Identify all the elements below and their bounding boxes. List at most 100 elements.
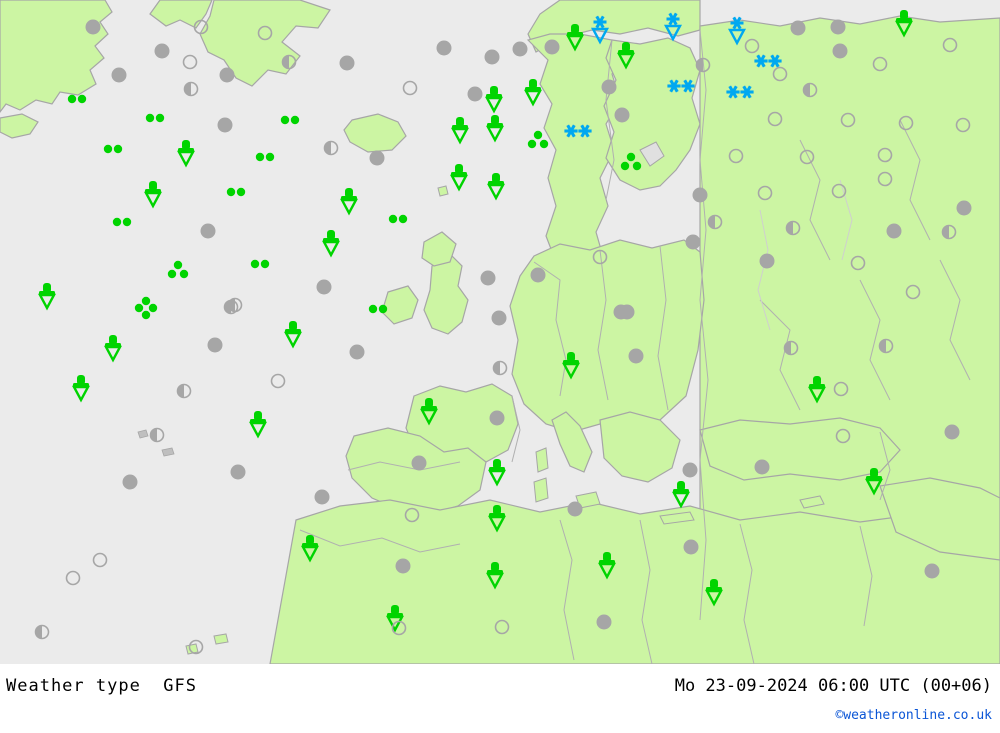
weather-symbol-clear bbox=[192, 18, 210, 36]
weather-symbol-shower bbox=[247, 409, 269, 439]
weather-symbol-clear bbox=[941, 36, 959, 54]
weather-symbol-shower bbox=[486, 457, 508, 487]
weather-symbol-partly bbox=[491, 359, 509, 377]
weather-symbol-partly bbox=[706, 213, 724, 231]
weather-symbol-shower bbox=[70, 373, 92, 403]
watermark-label: ©weatheronline.co.uk bbox=[835, 708, 992, 723]
map-footer: Weather type GFS Mo 23-09-2024 06:00 UTC… bbox=[0, 664, 1000, 733]
weather-symbol-overcast bbox=[884, 221, 904, 241]
weather-symbol-clear bbox=[798, 148, 816, 166]
weather-symbol-partly bbox=[877, 337, 895, 355]
weather-symbol-overcast bbox=[478, 268, 498, 288]
weather-symbol-shower bbox=[484, 560, 506, 590]
weather-symbol-overcast bbox=[683, 232, 703, 252]
weather-symbol-overcast bbox=[120, 472, 140, 492]
weather-symbol-rain-moderate bbox=[167, 259, 189, 281]
weather-symbol-overcast bbox=[217, 65, 237, 85]
weather-symbol-overcast bbox=[565, 499, 585, 519]
weather-symbol-clear bbox=[876, 146, 894, 164]
weather-symbol-shower bbox=[522, 77, 544, 107]
weather-symbol-overcast bbox=[594, 612, 614, 632]
weather-symbol-overcast bbox=[347, 342, 367, 362]
weather-symbol-shower bbox=[596, 550, 618, 580]
weather-symbol-shower bbox=[893, 8, 915, 38]
weather-symbol-rain-light bbox=[387, 212, 409, 226]
weather-symbol-overcast bbox=[922, 561, 942, 581]
weather-symbol-clear bbox=[591, 248, 609, 266]
weather-symbol-shower bbox=[484, 113, 506, 143]
weather-symbol-clear bbox=[876, 170, 894, 188]
weather-symbol-overcast bbox=[337, 53, 357, 73]
weather-symbol-partly bbox=[148, 426, 166, 444]
weather-symbol-rain-heavy bbox=[134, 296, 158, 320]
weather-symbol-partly bbox=[782, 339, 800, 357]
weather-symbol-shower bbox=[338, 186, 360, 216]
weather-symbol-snow-shower bbox=[588, 14, 612, 46]
weather-symbol-overcast bbox=[528, 265, 548, 285]
weather-symbol-overcast bbox=[215, 115, 235, 135]
weather-symbol-overcast bbox=[198, 221, 218, 241]
weather-symbol-overcast bbox=[542, 37, 562, 57]
chart-title: Weather type GFS bbox=[6, 676, 197, 696]
weather-symbol-shower bbox=[806, 374, 828, 404]
weather-symbol-clear bbox=[766, 110, 784, 128]
weather-symbol-shower bbox=[863, 466, 885, 496]
weather-symbol-overcast bbox=[681, 537, 701, 557]
weather-symbol-rain-light bbox=[279, 113, 301, 127]
weather-symbol-overcast bbox=[228, 462, 248, 482]
weather-symbol-shower bbox=[282, 319, 304, 349]
weather-symbol-clear bbox=[181, 53, 199, 71]
weather-symbol-overcast bbox=[752, 457, 772, 477]
weather-symbol-overcast bbox=[788, 18, 808, 38]
weather-symbol-shower bbox=[483, 84, 505, 114]
weather-symbol-clear bbox=[401, 79, 419, 97]
weather-symbol-rain-light bbox=[225, 185, 247, 199]
weather-symbol-clear bbox=[390, 619, 408, 637]
weather-symbol-shower bbox=[142, 179, 164, 209]
weather-symbol-overcast bbox=[487, 408, 507, 428]
weather-symbol-rain-moderate bbox=[527, 129, 549, 151]
weather-symbol-shower bbox=[703, 577, 725, 607]
weather-symbol-clear bbox=[904, 283, 922, 301]
weather-symbol-shower bbox=[448, 162, 470, 192]
weather-symbol-clear bbox=[830, 182, 848, 200]
weather-symbol-overcast bbox=[680, 460, 700, 480]
weather-symbol-partly bbox=[33, 623, 51, 641]
weather-symbol-clear bbox=[256, 24, 274, 42]
weather-map[interactable] bbox=[0, 0, 1000, 664]
weather-symbol-overcast bbox=[954, 198, 974, 218]
weather-symbol-clear bbox=[91, 551, 109, 569]
weather-symbol-overcast bbox=[109, 65, 129, 85]
weather-symbol-snow bbox=[563, 122, 593, 140]
weather-symbol-shower bbox=[485, 171, 507, 201]
weather-symbol-clear bbox=[64, 569, 82, 587]
weather-symbol-overcast bbox=[312, 487, 332, 507]
weather-symbol-shower bbox=[564, 22, 586, 52]
weather-symbol-clear bbox=[897, 114, 915, 132]
weather-symbol-clear bbox=[743, 37, 761, 55]
weather-symbol-clear bbox=[756, 184, 774, 202]
weather-symbol-clear bbox=[493, 618, 511, 636]
weather-symbol-overcast bbox=[314, 277, 334, 297]
weather-symbol-rain-light bbox=[102, 142, 124, 156]
weather-symbol-clear bbox=[403, 506, 421, 524]
weather-symbol-shower bbox=[418, 396, 440, 426]
weather-symbol-shower bbox=[670, 479, 692, 509]
weather-map-page: Weather type GFS Mo 23-09-2024 06:00 UTC… bbox=[0, 0, 1000, 733]
weather-symbol-overcast bbox=[465, 84, 485, 104]
weather-symbol-layer bbox=[0, 0, 1000, 664]
weather-symbol-clear bbox=[954, 116, 972, 134]
weather-symbol-rain-light bbox=[249, 257, 271, 271]
weather-symbol-partly bbox=[940, 223, 958, 241]
weather-symbol-clear bbox=[834, 427, 852, 445]
weather-symbol-overcast bbox=[489, 308, 509, 328]
weather-symbol-clear bbox=[269, 372, 287, 390]
weather-symbol-overcast bbox=[942, 422, 962, 442]
weather-symbol-overcast bbox=[393, 556, 413, 576]
weather-symbol-overcast bbox=[152, 41, 172, 61]
weather-symbol-partly bbox=[784, 219, 802, 237]
weather-symbol-shower bbox=[615, 40, 637, 70]
weather-symbol-shower bbox=[299, 533, 321, 563]
weather-symbol-overcast bbox=[205, 335, 225, 355]
weather-symbol-partly bbox=[322, 139, 340, 157]
